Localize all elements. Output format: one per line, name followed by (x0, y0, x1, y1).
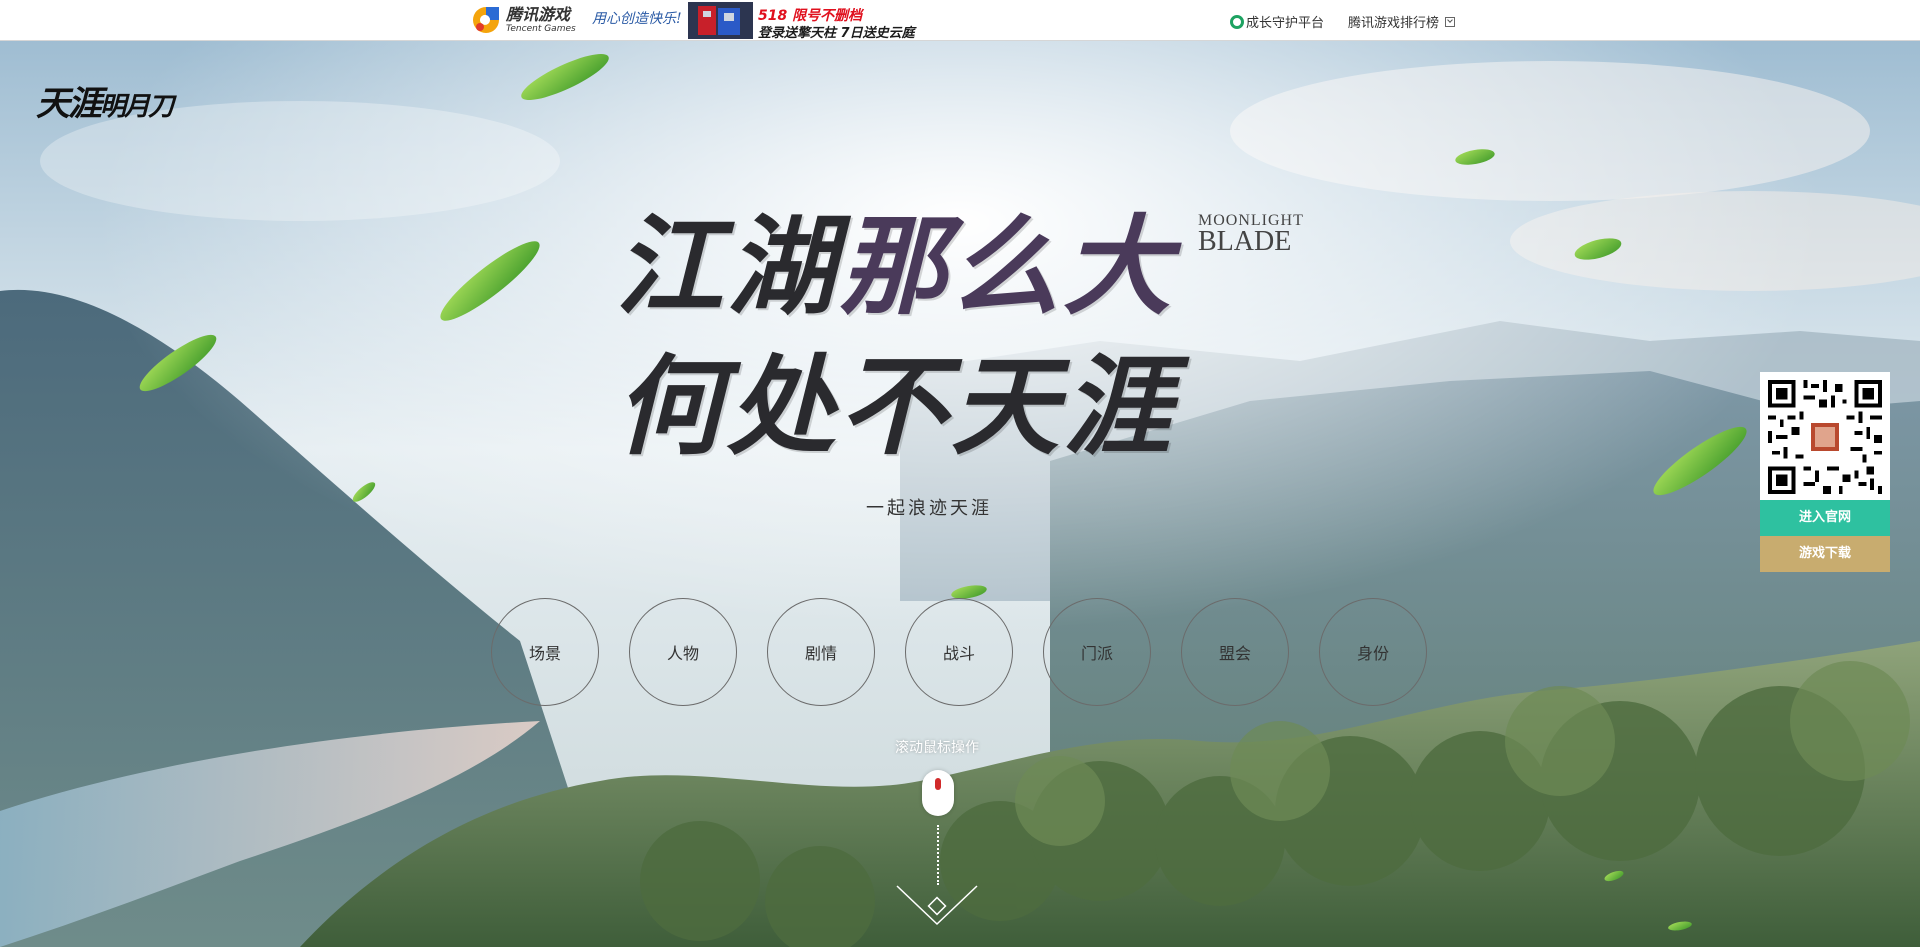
game-download-button[interactable]: 游戏下载 (1760, 536, 1890, 572)
headline-line-1b: 那么大 (839, 204, 1176, 330)
promo-robot-image (688, 2, 753, 39)
feature-nav: 场景 人物 剧情 战斗 门派 盟会 身份 (491, 598, 1427, 706)
mouse-icon (922, 770, 954, 816)
growth-guard-link[interactable]: 成长守护平台 (1230, 12, 1324, 31)
side-panel: 进入官网 游戏下载 (1760, 372, 1890, 572)
qr-code-icon (1768, 380, 1882, 494)
game-logo[interactable]: 天涯明月刀 (36, 76, 174, 125)
game-logo-sub: 明月刀 (100, 92, 174, 122)
game-ranking-link[interactable]: 腾讯游戏排行榜 (1348, 12, 1456, 31)
mouse-wheel-icon (935, 778, 941, 790)
tencent-games-cn: 腾讯游戏 (506, 4, 571, 24)
tagline: 一起浪迹天涯 (866, 498, 992, 519)
growth-guard-label: 成长守护平台 (1246, 16, 1325, 31)
tencent-games-icon (473, 7, 499, 33)
tencent-games-en: Tencent Games (506, 23, 576, 34)
scroll-hint: 滚动鼠标操作 (895, 740, 979, 756)
headline-line-1a: 江湖 (615, 204, 840, 330)
tencent-games-logo[interactable]: 腾讯游戏 Tencent Games (470, 4, 582, 36)
qr-code (1760, 372, 1890, 502)
nav-story[interactable]: 剧情 (767, 598, 875, 706)
nav-scene[interactable]: 场景 (491, 598, 599, 706)
scroll-dotted-line (937, 825, 939, 885)
nav-sects[interactable]: 门派 (1043, 598, 1151, 706)
tencent-slogan: 用心创造快乐! (592, 11, 682, 27)
scroll-down-chevron-icon[interactable] (895, 884, 979, 934)
promo-banner[interactable]: 518 限号不删档 登录送擎天柱 7日送史云庭 (688, 2, 918, 41)
headline-line-1: 江湖那么大 (615, 180, 1175, 336)
enter-official-site-button[interactable]: 进入官网 (1760, 500, 1890, 536)
nav-guilds[interactable]: 盟会 (1181, 598, 1289, 706)
nav-characters[interactable]: 人物 (629, 598, 737, 706)
game-ranking-label: 腾讯游戏排行榜 (1348, 16, 1440, 31)
headline-line-2: 何处不天涯 (615, 344, 1176, 470)
blade-text: BLADE (1198, 226, 1292, 257)
game-logo-main: 天涯 (36, 84, 102, 124)
guard-icon (1230, 14, 1244, 29)
dropdown-icon (1445, 16, 1456, 27)
top-bar: 腾讯游戏 Tencent Games 用心创造快乐! 518 限号不删档 登录送… (0, 0, 1920, 41)
promo-subtitle: 登录送擎天柱 7日送史云庭 (758, 26, 915, 41)
nav-identity[interactable]: 身份 (1319, 598, 1427, 706)
nav-combat[interactable]: 战斗 (905, 598, 1013, 706)
